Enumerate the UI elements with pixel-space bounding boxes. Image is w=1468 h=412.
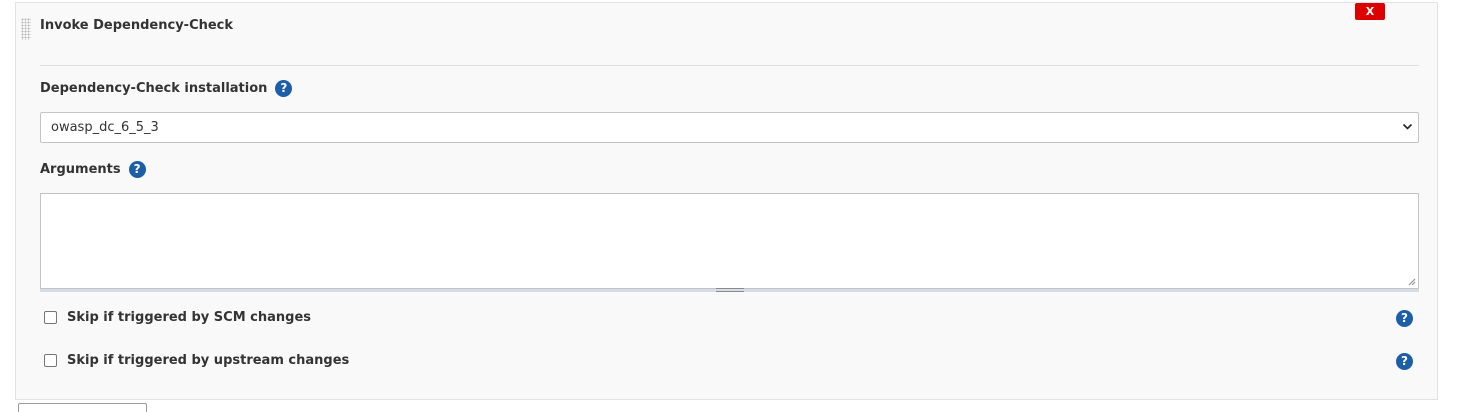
arguments-help-icon[interactable]: ? (128, 161, 146, 178)
skip-upstream-help-icon[interactable]: ? (1396, 353, 1413, 370)
skip-scm-label[interactable]: Skip if triggered by SCM changes (67, 310, 311, 325)
installation-help-icon[interactable]: ? (275, 80, 293, 97)
skip-scm-checkbox[interactable] (44, 311, 57, 324)
installation-select-value: owasp_dc_6_5_3 (51, 120, 159, 135)
build-step-panel: Invoke Dependency-Check X Dependency-Che… (15, 2, 1438, 400)
drag-handle-icon[interactable] (21, 18, 31, 40)
skip-upstream-checkbox[interactable] (44, 354, 57, 367)
skip-scm-help-icon[interactable]: ? (1396, 310, 1413, 327)
option-row-upstream: Skip if triggered by upstream changes (44, 353, 349, 368)
page: Invoke Dependency-Check X Dependency-Che… (0, 0, 1468, 412)
arguments-label: Arguments (40, 162, 121, 177)
installation-select[interactable]: owasp_dc_6_5_3 (40, 112, 1419, 143)
divider (40, 65, 1419, 66)
installation-label: Dependency-Check installation (40, 81, 268, 96)
resize-grip-icon[interactable] (1408, 278, 1416, 286)
add-build-step-button[interactable] (18, 403, 147, 412)
vertical-resize-handle-icon[interactable] (716, 287, 744, 293)
delete-step-button[interactable]: X (1355, 3, 1385, 20)
option-row-scm: Skip if triggered by SCM changes (44, 310, 311, 325)
arguments-label-row: Arguments ? (40, 161, 146, 178)
arguments-textarea[interactable] (40, 193, 1419, 289)
skip-upstream-label[interactable]: Skip if triggered by upstream changes (67, 353, 349, 368)
chevron-down-icon (1402, 123, 1413, 130)
installation-label-row: Dependency-Check installation ? (40, 80, 293, 97)
build-step-title: Invoke Dependency-Check (40, 18, 234, 33)
